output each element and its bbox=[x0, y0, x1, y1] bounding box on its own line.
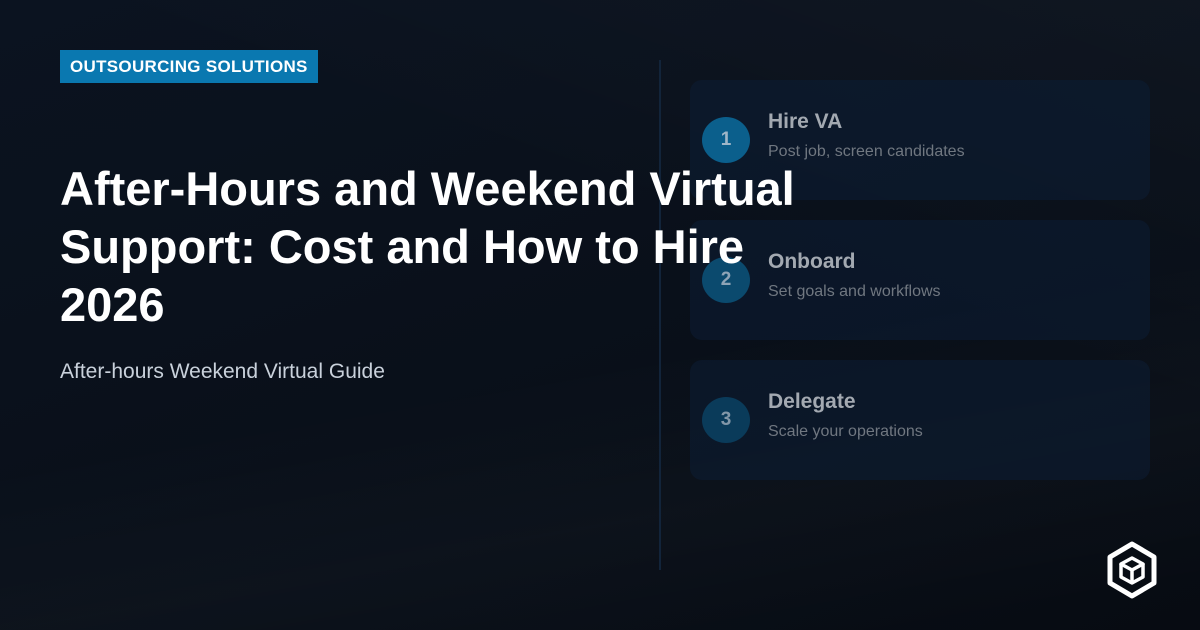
page-title: After-Hours and Weekend Virtual Support:… bbox=[60, 160, 860, 334]
page-subtitle: After-hours Weekend Virtual Guide bbox=[60, 360, 385, 383]
category-badge: OUTSOURCING SOLUTIONS bbox=[60, 50, 318, 83]
step-description: Scale your operations bbox=[768, 423, 923, 440]
step-label: Delegate bbox=[768, 390, 856, 413]
category-badge-label: OUTSOURCING SOLUTIONS bbox=[70, 56, 308, 76]
step-card-delegate: 3 Delegate Scale your operations bbox=[690, 360, 1150, 480]
page-title-line-1: After-Hours and Weekend Virtual bbox=[60, 162, 795, 215]
step-description: Post job, screen candidates bbox=[768, 143, 965, 160]
step-number: 3 bbox=[720, 409, 732, 430]
step-number-badge: 1 bbox=[702, 117, 750, 163]
cube-hexagon-logo-icon bbox=[1107, 541, 1157, 599]
page-title-line-2: Support: Cost and How to Hire bbox=[60, 220, 745, 273]
step-number-badge: 3 bbox=[702, 397, 750, 443]
step-label: Hire VA bbox=[768, 110, 843, 133]
step-number: 1 bbox=[720, 129, 732, 150]
page-title-line-3: 2026 bbox=[60, 278, 165, 331]
